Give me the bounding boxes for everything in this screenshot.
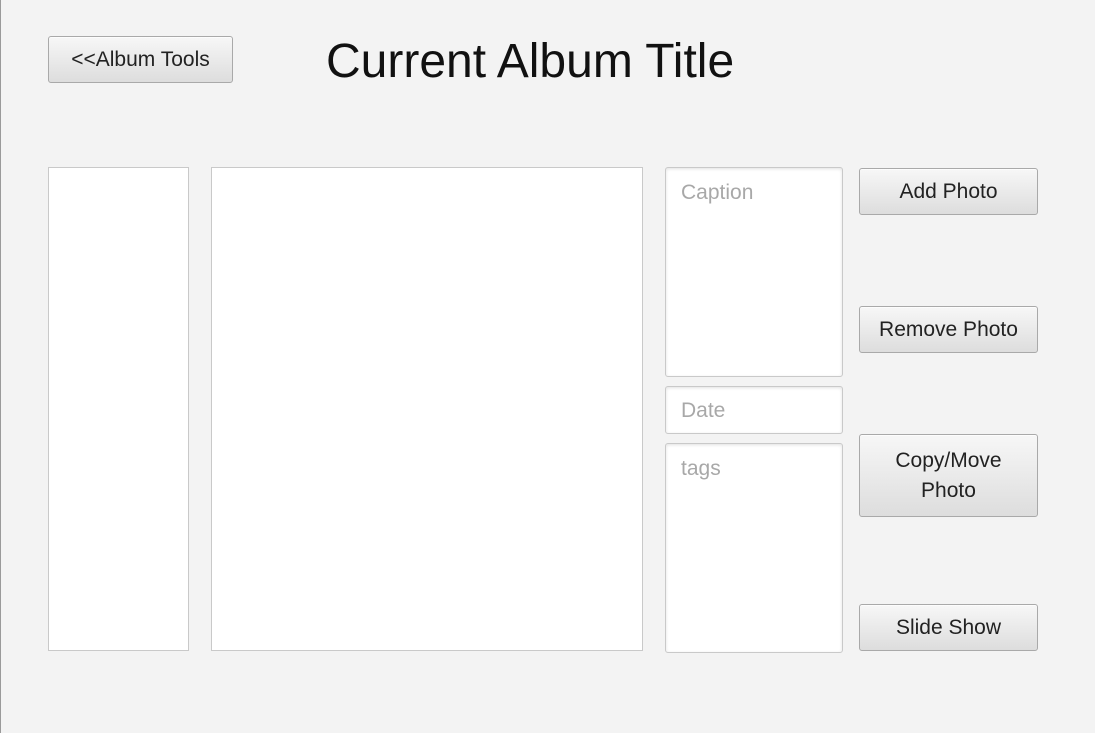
slide-show-button[interactable]: Slide Show: [859, 604, 1038, 651]
date-placeholder: Date: [681, 399, 726, 422]
caption-textarea[interactable]: Caption: [665, 167, 843, 377]
tags-textarea[interactable]: tags: [665, 443, 843, 653]
page-title: Current Album Title: [326, 35, 735, 88]
date-field[interactable]: Date: [665, 386, 843, 434]
photo-list-panel[interactable]: [48, 167, 189, 651]
add-photo-button[interactable]: Add Photo: [859, 168, 1038, 215]
copy-move-photo-button[interactable]: Copy/Move Photo: [859, 434, 1038, 517]
caption-placeholder: Caption: [681, 181, 754, 204]
tags-placeholder: tags: [681, 457, 721, 480]
back-to-album-tools-button[interactable]: <<Album Tools: [48, 36, 233, 83]
photo-display-panel[interactable]: [211, 167, 643, 651]
remove-photo-button[interactable]: Remove Photo: [859, 306, 1038, 353]
album-window: <<Album Tools Current Album Title Captio…: [0, 0, 1095, 733]
